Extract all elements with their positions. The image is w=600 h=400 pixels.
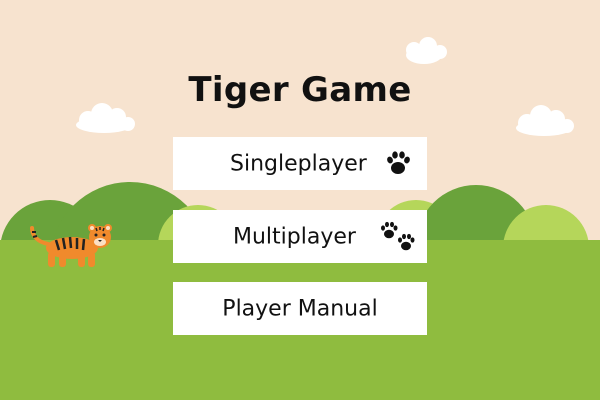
paw-icon <box>387 151 410 174</box>
player-manual-label: Player Manual <box>222 296 378 321</box>
background <box>0 0 600 400</box>
player-manual-button[interactable]: Player Manual <box>173 282 427 335</box>
paws-icon <box>381 221 415 251</box>
multiplayer-button[interactable]: Multiplayer <box>173 210 427 263</box>
singleplayer-label: Singleplayer <box>230 151 367 176</box>
multiplayer-label: Multiplayer <box>233 224 356 249</box>
singleplayer-button[interactable]: Singleplayer <box>173 137 427 190</box>
tiger-icon <box>30 224 112 267</box>
game-scene: Tiger Game Singleplayer Multiplayer Play… <box>0 0 600 400</box>
game-title: Tiger Game <box>188 70 412 110</box>
